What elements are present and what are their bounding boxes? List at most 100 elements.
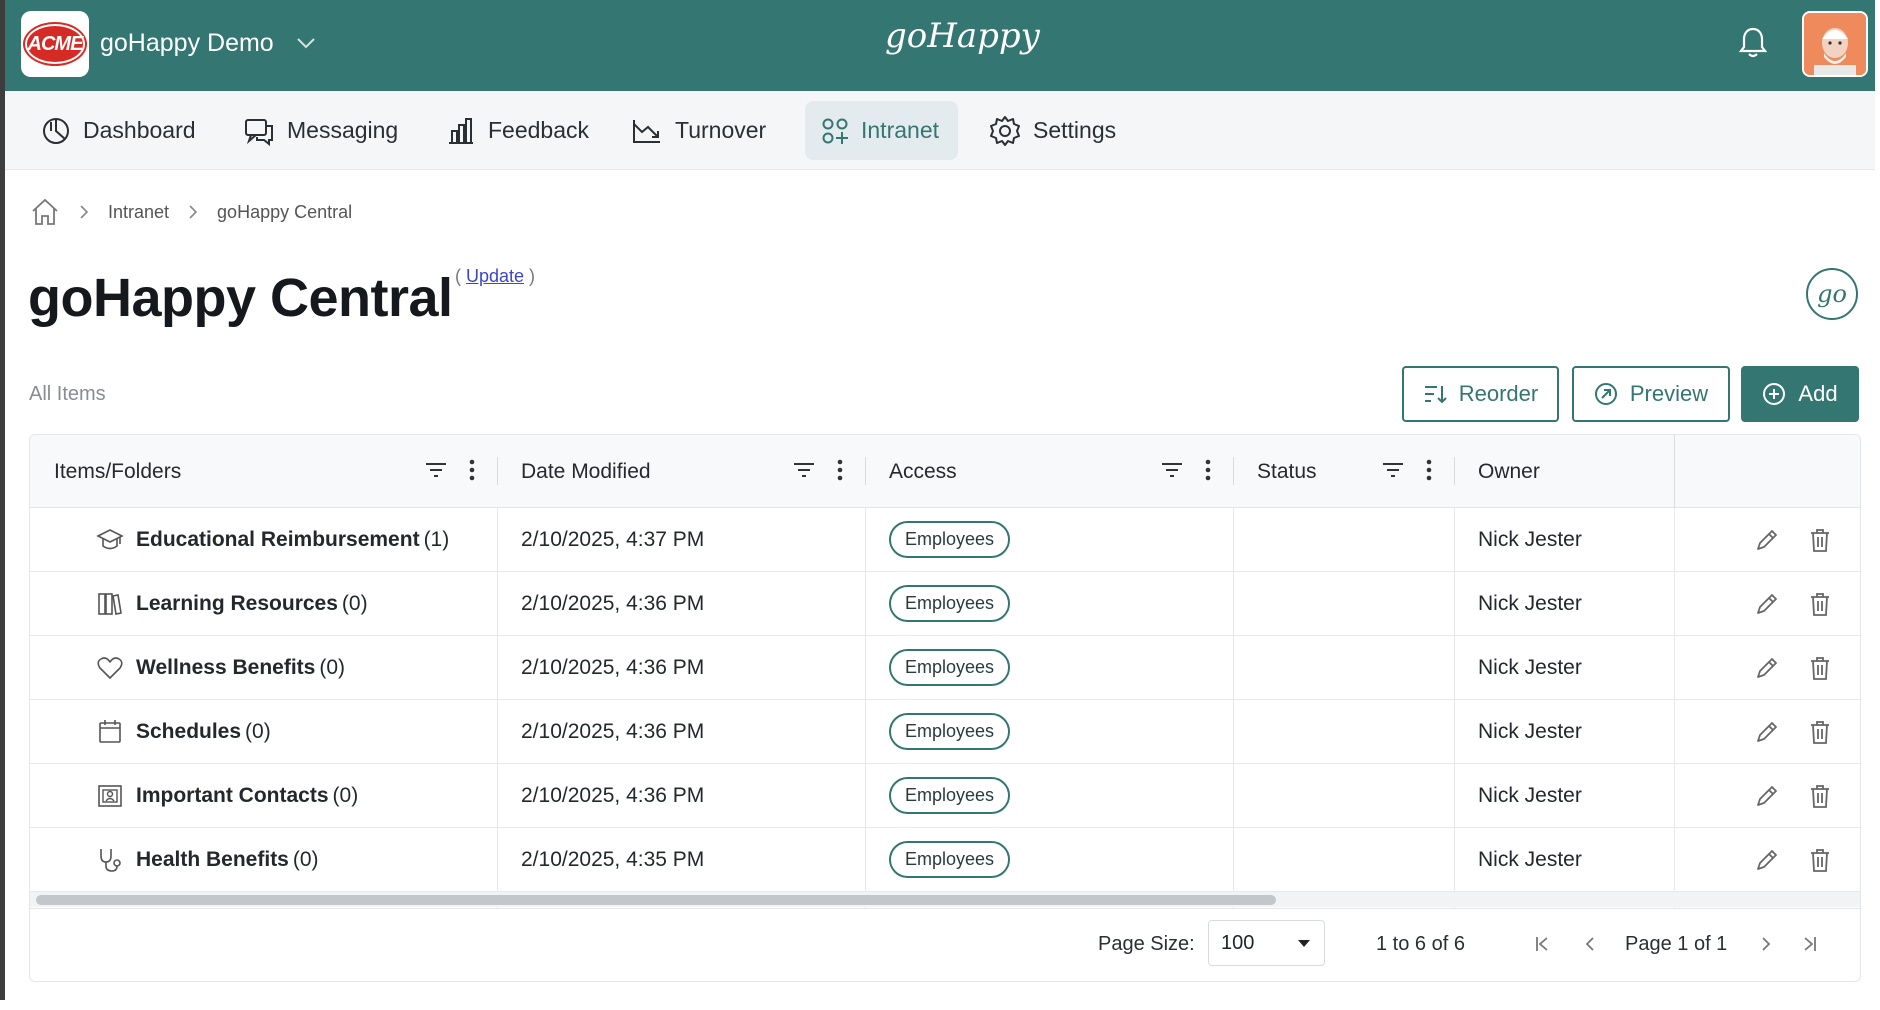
item-name-cell[interactable]: Schedules (0)	[96, 700, 271, 763]
gear-icon	[990, 115, 1020, 146]
last-page-button[interactable]	[1798, 931, 1822, 957]
bar-chart-icon	[449, 117, 473, 144]
bell-icon[interactable]	[1738, 26, 1768, 60]
access-badge: Employees	[889, 521, 1011, 558]
row-actions	[1754, 764, 1832, 827]
add-button[interactable]: Add	[1741, 366, 1859, 422]
trash-icon[interactable]	[1808, 783, 1832, 809]
access-cell: Employees	[889, 828, 1011, 891]
item-name-cell[interactable]: Health Benefits (0)	[96, 828, 319, 891]
item-name-cell[interactable]: Educational Reimbursement (1)	[96, 508, 449, 571]
owner-cell: Nick Jester	[1478, 527, 1582, 551]
org-name[interactable]: goHappy Demo	[100, 29, 274, 58]
nav-settings[interactable]: Settings	[973, 101, 1132, 160]
edit-icon[interactable]	[1754, 655, 1780, 681]
last-page-icon	[1804, 937, 1816, 951]
row-actions	[1754, 572, 1832, 635]
nav-messaging[interactable]: Messaging	[227, 101, 414, 160]
item-name: Educational Reimbursement	[136, 527, 420, 551]
sort-icon	[1424, 386, 1447, 404]
column-header-date[interactable]: Date Modified	[521, 435, 865, 508]
trash-icon[interactable]	[1808, 527, 1832, 553]
heart-icon	[97, 656, 123, 679]
nav-label: Messaging	[287, 117, 399, 143]
user-avatar[interactable]	[1802, 11, 1868, 77]
page-size-value: 100	[1221, 931, 1255, 954]
horizontal-scrollbar[interactable]	[30, 891, 1860, 907]
chevron-down-icon[interactable]	[295, 32, 317, 54]
trash-icon[interactable]	[1808, 655, 1832, 681]
page-size-select[interactable]: 100	[1208, 920, 1325, 966]
reorder-button[interactable]: Reorder	[1402, 366, 1559, 422]
all-items-label: All Items	[29, 383, 106, 405]
item-name-cell[interactable]: Important Contacts (0)	[96, 764, 358, 827]
column-separator[interactable]	[497, 457, 498, 485]
trash-icon[interactable]	[1808, 847, 1832, 873]
chevron-right-icon	[189, 205, 198, 219]
column-separator[interactable]	[865, 457, 866, 485]
column-header-access[interactable]: Access	[889, 435, 1233, 508]
items-table: Items/Folders Date Modified Access Statu…	[29, 434, 1861, 982]
nav-dashboard[interactable]: Dashboard	[25, 101, 212, 160]
item-name-cell[interactable]: Learning Resources (0)	[96, 572, 368, 635]
row-range: 1 to 6 of 6	[1376, 933, 1465, 955]
chevron-right-icon	[1762, 937, 1771, 951]
edit-icon[interactable]	[1754, 591, 1780, 617]
contacts-icon	[98, 784, 122, 807]
nav-intranet[interactable]: Intranet	[805, 101, 958, 160]
home-icon[interactable]	[30, 197, 60, 227]
filter-icon[interactable]	[425, 461, 447, 479]
nav-label: Intranet	[861, 117, 939, 143]
item-count: (0)	[245, 719, 271, 743]
column-separator[interactable]	[1454, 457, 1455, 485]
nav-feedback[interactable]: Feedback	[430, 101, 605, 160]
go-badge[interactable]: go	[1806, 268, 1858, 320]
filter-icon[interactable]	[1161, 461, 1183, 479]
date-cell: 2/10/2025, 4:36 PM	[521, 655, 705, 679]
table-row[interactable]: Health Benefits (0) 2/10/2025, 4:35 PM Em…	[30, 828, 1860, 892]
table-row[interactable]: Schedules (0) 2/10/2025, 4:36 PM Employee…	[30, 700, 1860, 764]
update-link[interactable]: Update	[466, 266, 524, 286]
access-cell: Employees	[889, 764, 1011, 827]
table-row[interactable]: Important Contacts (0) 2/10/2025, 4:36 PM…	[30, 764, 1860, 828]
column-header-status[interactable]: Status	[1257, 435, 1454, 508]
edit-icon[interactable]	[1754, 847, 1780, 873]
column-title: Owner	[1478, 459, 1540, 483]
column-menu-icon[interactable]	[837, 459, 843, 481]
row-actions	[1754, 828, 1832, 891]
column-header-items[interactable]: Items/Folders	[54, 435, 497, 508]
table-row[interactable]: Learning Resources (0) 2/10/2025, 4:36 PM…	[30, 572, 1860, 636]
org-logo[interactable]: ACME	[21, 11, 89, 77]
column-title: Items/Folders	[54, 459, 182, 483]
nav-turnover[interactable]: Turnover	[615, 101, 782, 160]
trash-icon[interactable]	[1808, 591, 1832, 617]
prev-page-button[interactable]	[1578, 931, 1602, 957]
preview-button[interactable]: Preview	[1572, 366, 1730, 422]
first-page-button[interactable]	[1530, 931, 1554, 957]
books-icon	[98, 592, 122, 615]
calendar-icon	[99, 719, 121, 743]
plus-circle-icon	[1763, 383, 1786, 405]
breadcrumb-intranet[interactable]: Intranet	[108, 202, 169, 223]
filter-icon[interactable]	[1382, 461, 1404, 479]
item-name-cell[interactable]: Wellness Benefits (0)	[96, 636, 345, 699]
scrollbar-thumb[interactable]	[36, 895, 1276, 905]
add-label: Add	[1798, 381, 1838, 406]
edit-icon[interactable]	[1754, 527, 1780, 553]
trash-icon[interactable]	[1808, 719, 1832, 745]
next-page-button[interactable]	[1754, 931, 1778, 957]
column-separator[interactable]	[1233, 457, 1234, 485]
column-menu-icon[interactable]	[1205, 459, 1211, 481]
owner-cell: Nick Jester	[1478, 719, 1582, 743]
filter-icon[interactable]	[793, 461, 815, 479]
table-row[interactable]: Wellness Benefits (0) 2/10/2025, 4:36 PM …	[30, 636, 1860, 700]
update-link-wrapper: ( Update )	[455, 266, 536, 286]
preview-label: Preview	[1629, 381, 1709, 406]
column-menu-icon[interactable]	[1426, 459, 1432, 481]
column-header-owner[interactable]: Owner	[1478, 435, 1674, 508]
edit-icon[interactable]	[1754, 719, 1780, 745]
chat-bubbles-icon	[245, 118, 273, 146]
edit-icon[interactable]	[1754, 783, 1780, 809]
table-row[interactable]: Educational Reimbursement (1) 2/10/2025, …	[30, 508, 1860, 572]
column-menu-icon[interactable]	[469, 459, 475, 481]
